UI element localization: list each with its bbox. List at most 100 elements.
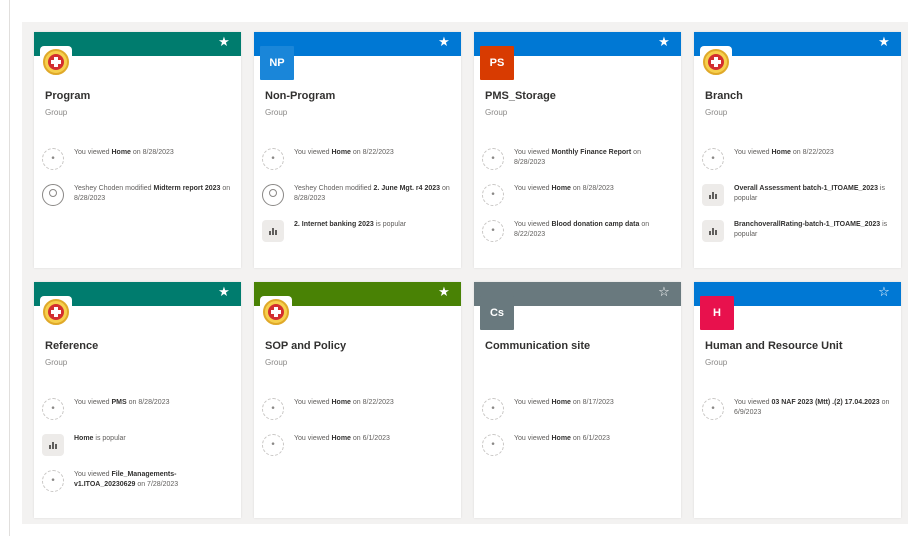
site-card[interactable]: ★ NP Non-Program Group • You viewed Home on 8…: [254, 32, 461, 268]
person-head: [269, 189, 277, 197]
activity-item[interactable]: • You viewed PMS on 8/28/2023: [42, 398, 233, 420]
site-card[interactable]: ☆ Cs Communication site • You viewed Home on…: [474, 282, 681, 518]
activity-item[interactable]: • You viewed Monthly Finance Report on 8/…: [482, 148, 673, 170]
star-outline-icon[interactable]: ☆: [657, 286, 671, 300]
activity-prefix: You viewed: [74, 399, 112, 406]
activity-item[interactable]: Yeshey Choden modified Midterm report 20…: [42, 184, 233, 206]
activity-text: You viewed PMS on 8/28/2023: [74, 398, 233, 408]
activity-suffix: on 8/22/2023: [790, 149, 834, 156]
activity-suffix: on 8/17/2023: [570, 399, 614, 406]
activity-suffix: on 7/28/2023: [135, 480, 179, 488]
site-title[interactable]: Non-Program: [265, 90, 451, 102]
activity-target[interactable]: Monthly Finance Report: [552, 149, 632, 156]
site-title[interactable]: PMS_Storage: [485, 90, 671, 102]
activity-item[interactable]: • You viewed File_Managements-v1.ITOA_202…: [42, 470, 233, 492]
site-title[interactable]: Human and Resource Unit: [705, 340, 891, 352]
site-title[interactable]: Program: [45, 90, 231, 102]
activity-text: Yeshey Choden modified 2. June Mgt. r4 2…: [294, 184, 453, 203]
site-title[interactable]: Communication site: [485, 340, 671, 352]
site-type-label: Group: [265, 108, 288, 117]
activity-target[interactable]: Blood donation camp data: [552, 221, 640, 228]
activity-suffix: on 8/28/2023: [126, 399, 170, 406]
star-filled-icon[interactable]: ★: [877, 36, 891, 50]
activity-prefix: You viewed: [514, 221, 552, 228]
site-title[interactable]: SOP and Policy: [265, 340, 451, 352]
activity-item[interactable]: • You viewed Home on 8/28/2023: [42, 148, 233, 170]
star-filled-icon[interactable]: ★: [437, 36, 451, 50]
view-icon: •: [262, 434, 284, 456]
activity-item[interactable]: • You viewed 03 NAF 2023 (Mtt) .(2) 17.04…: [702, 398, 893, 420]
activity-target[interactable]: 2. Internet banking 2023: [294, 221, 374, 228]
chart-bar: [272, 228, 274, 235]
chart-bar: [52, 442, 54, 449]
activity-text: You viewed Home on 8/28/2023: [74, 148, 233, 158]
activity-target[interactable]: Home: [552, 399, 571, 406]
activity-list: • You viewed 03 NAF 2023 (Mtt) .(2) 17.04…: [702, 398, 893, 434]
activity-target[interactable]: PMS: [112, 399, 127, 406]
chart-bar: [712, 192, 714, 199]
star-filled-icon[interactable]: ★: [217, 286, 231, 300]
activity-item[interactable]: • You viewed Home on 8/17/2023: [482, 398, 673, 420]
emblem-logo-icon: [43, 299, 69, 325]
star-filled-icon[interactable]: ★: [657, 36, 671, 50]
activity-item[interactable]: • You viewed Home on 8/28/2023: [482, 184, 673, 206]
activity-target[interactable]: Home: [332, 149, 351, 156]
site-card[interactable]: ★ Branch Group • You viewed Home on 8/22/202…: [694, 32, 901, 268]
activity-item[interactable]: • You viewed Home on 6/1/2023: [262, 434, 453, 456]
site-card[interactable]: ★ Program Group • You viewed Home on 8/28/20…: [34, 32, 241, 268]
activity-item[interactable]: • You viewed Home on 8/22/2023: [262, 398, 453, 420]
site-logo: Cs: [480, 296, 514, 330]
activity-list: • You viewed Monthly Finance Report on 8/…: [482, 148, 673, 256]
site-title[interactable]: Reference: [45, 340, 231, 352]
view-icon: •: [482, 184, 504, 206]
chart-bars: [709, 191, 717, 199]
activity-suffix: on 6/1/2023: [350, 435, 390, 442]
activity-item[interactable]: BranchoverallRating-batch-1_ITOAME_2023 …: [702, 220, 893, 242]
activity-suffix: on 8/28/2023: [130, 149, 174, 156]
site-logo: [40, 46, 72, 78]
activity-target[interactable]: 03 NAF 2023 (Mtt) .(2) 17.04.2023: [772, 399, 880, 406]
activity-prefix: Yeshey Choden modified: [294, 185, 374, 192]
site-card[interactable]: ★ Reference Group • You viewed PMS on 8/28/2…: [34, 282, 241, 518]
chart-bars: [709, 227, 717, 235]
activity-target[interactable]: Overall Assessment batch-1_ITOAME_2023: [734, 185, 878, 192]
site-title[interactable]: Branch: [705, 90, 891, 102]
activity-item[interactable]: Yeshey Choden modified 2. June Mgt. r4 2…: [262, 184, 453, 206]
site-card[interactable]: ★ PS PMS_Storage Group • You viewed Monthly F…: [474, 32, 681, 268]
activity-target[interactable]: Home: [112, 149, 131, 156]
star-filled-icon[interactable]: ★: [217, 36, 231, 50]
star-filled-icon[interactable]: ★: [437, 286, 451, 300]
activity-target[interactable]: Home: [552, 185, 571, 192]
star-outline-icon[interactable]: ☆: [877, 286, 891, 300]
red-cross-icon: [48, 54, 64, 70]
view-icon: •: [42, 398, 64, 420]
site-card[interactable]: ☆ H Human and Resource Unit Group • You viewe…: [694, 282, 901, 518]
chart-bar: [275, 230, 277, 235]
activity-item[interactable]: 2. Internet banking 2023 is popular: [262, 220, 453, 242]
activity-list: • You viewed Home on 8/28/2023 Yeshey Chod…: [42, 148, 233, 220]
activity-item[interactable]: Overall Assessment batch-1_ITOAME_2023 i…: [702, 184, 893, 206]
chart-bar: [55, 444, 57, 449]
activity-suffix: is popular: [93, 435, 126, 442]
activity-target[interactable]: Midterm report 2023: [154, 185, 221, 192]
chart-bar: [269, 231, 271, 235]
activity-target[interactable]: Home: [332, 399, 351, 406]
activity-item[interactable]: • You viewed Blood donation camp data on …: [482, 220, 673, 242]
site-type-label: Group: [485, 108, 508, 117]
activity-target[interactable]: Home: [772, 149, 791, 156]
activity-target[interactable]: Home: [552, 435, 571, 442]
activity-target[interactable]: 2. June Mgt. r4 2023: [374, 185, 441, 192]
activity-target[interactable]: Home: [74, 435, 93, 442]
activity-item[interactable]: • You viewed Home on 6/1/2023: [482, 434, 673, 456]
activity-prefix: You viewed: [294, 399, 332, 406]
activity-item[interactable]: • You viewed Home on 8/22/2023: [702, 148, 893, 170]
site-type-label: Group: [705, 358, 728, 367]
chart-bar: [715, 230, 717, 235]
activity-target[interactable]: BranchoverallRating-batch-1_ITOAME_2023: [734, 221, 880, 228]
site-logo: [700, 46, 732, 78]
activity-item[interactable]: Home is popular: [42, 434, 233, 456]
site-card[interactable]: ★ SOP and Policy Group • You viewed Home on …: [254, 282, 461, 518]
activity-item[interactable]: • You viewed Home on 8/22/2023: [262, 148, 453, 170]
site-type-label: Group: [705, 108, 728, 117]
activity-target[interactable]: Home: [332, 435, 351, 442]
